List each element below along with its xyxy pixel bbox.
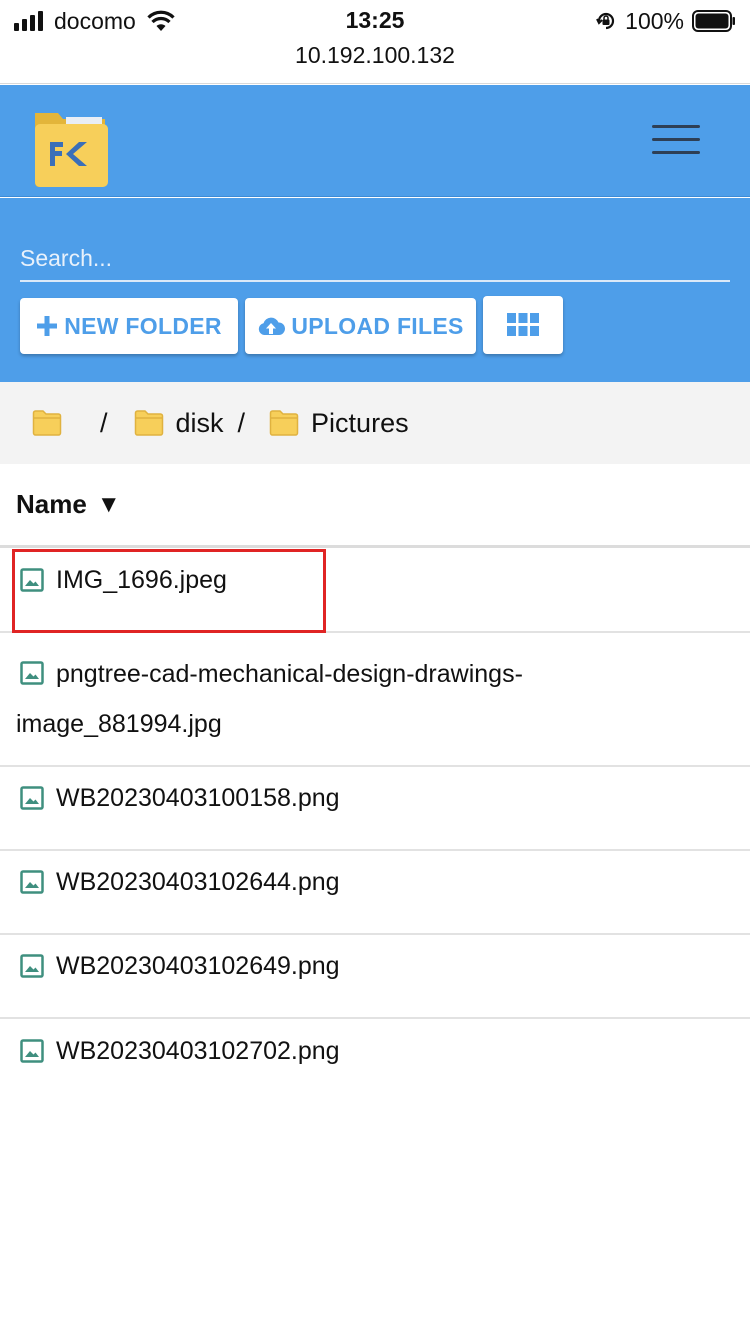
folder-icon bbox=[269, 410, 299, 436]
file-row[interactable]: WB20230403102702.png bbox=[0, 1019, 750, 1103]
grid-view-button[interactable] bbox=[483, 296, 563, 354]
breadcrumb-label: disk bbox=[175, 407, 224, 438]
breadcrumb-item-pictures[interactable]: Pictures bbox=[269, 408, 409, 439]
upload-files-button[interactable]: UPLOAD FILES bbox=[245, 298, 476, 354]
hamburger-menu-icon[interactable] bbox=[652, 125, 700, 157]
file-list: IMG_1696.jpeg pngtree-cad-mechanical-des… bbox=[0, 549, 750, 1103]
grid-view-icon bbox=[507, 313, 539, 336]
image-file-icon bbox=[20, 870, 44, 894]
file-row[interactable]: IMG_1696.jpeg bbox=[0, 549, 750, 633]
breadcrumb-separator: / bbox=[237, 407, 246, 438]
file-name: WB20230403102702.png bbox=[56, 1037, 340, 1065]
image-file-icon bbox=[20, 954, 44, 978]
breadcrumb: / disk / Pictures bbox=[0, 382, 750, 464]
new-folder-button[interactable]: NEW FOLDER bbox=[20, 298, 238, 354]
breadcrumb-separator: / bbox=[100, 407, 108, 438]
search-input[interactable] bbox=[20, 236, 730, 282]
rotation-lock-icon bbox=[596, 12, 615, 30]
sort-desc-icon: ▼ bbox=[96, 490, 121, 518]
folder-icon bbox=[134, 410, 163, 436]
app-logo[interactable] bbox=[32, 109, 108, 187]
file-name: WB20230403100158.png bbox=[56, 784, 340, 812]
plus-icon bbox=[37, 316, 58, 336]
page-url[interactable]: 10.192.100.132 bbox=[0, 42, 750, 69]
file-name: IMG_1696.jpeg bbox=[56, 566, 227, 594]
image-file-icon bbox=[20, 786, 44, 810]
app-header bbox=[0, 85, 750, 197]
battery-icon bbox=[692, 10, 735, 32]
sort-by-name-header[interactable]: Name ▼ bbox=[0, 464, 750, 548]
new-folder-label: NEW FOLDER bbox=[64, 312, 222, 339]
file-row[interactable]: WB20230403102649.png bbox=[0, 935, 750, 1019]
breadcrumb-label: Pictures bbox=[311, 407, 409, 438]
column-name-label: Name bbox=[16, 489, 87, 519]
file-name: WB20230403102649.png bbox=[56, 952, 340, 980]
image-file-icon bbox=[20, 568, 44, 592]
status-right: 100% bbox=[595, 8, 736, 34]
folder-icon bbox=[32, 410, 62, 436]
image-file-icon bbox=[20, 1039, 44, 1063]
file-name: WB20230403102644.png bbox=[56, 868, 340, 896]
upload-files-label: UPLOAD FILES bbox=[291, 312, 464, 339]
file-row[interactable]: pngtree-cad-mechanical-design-drawings- … bbox=[0, 633, 750, 767]
battery-percent: 100% bbox=[625, 7, 684, 34]
file-row[interactable]: WB20230403100158.png bbox=[0, 767, 750, 851]
toolbar: NEW FOLDER UPLOAD FILES bbox=[0, 198, 750, 382]
file-name-line2: image_881994.jpg bbox=[16, 710, 222, 738]
breadcrumb-root[interactable] bbox=[32, 409, 74, 437]
file-row[interactable]: WB20230403102644.png bbox=[0, 851, 750, 935]
breadcrumb-item-disk[interactable]: disk bbox=[134, 408, 224, 439]
image-file-icon bbox=[20, 661, 44, 685]
status-bar: docomo 13:25 10.192.100.132 100% bbox=[0, 0, 750, 84]
file-name-line1: pngtree-cad-mechanical-design-drawings- bbox=[56, 660, 523, 688]
file-name-line1-wrap: pngtree-cad-mechanical-design-drawings- bbox=[16, 649, 734, 699]
cloud-upload-icon bbox=[259, 317, 286, 335]
